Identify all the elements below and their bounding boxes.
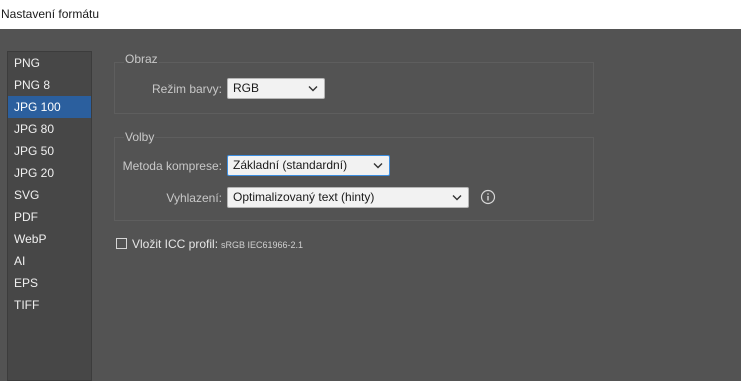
- icc-checkbox[interactable]: [116, 238, 127, 249]
- color-mode-value: RGB: [233, 81, 260, 95]
- chevron-down-icon: [373, 163, 383, 169]
- sidebar-item-jpg50[interactable]: JPG 50: [8, 140, 91, 162]
- image-group-title: Obraz: [124, 52, 159, 66]
- sidebar-item-jpg80[interactable]: JPG 80: [8, 118, 91, 140]
- compression-select[interactable]: Základní (standardní): [227, 155, 390, 176]
- icc-profile-value: sRGB IEC61966-2.1: [221, 240, 304, 250]
- smoothing-label: Vyhlazení:: [166, 191, 222, 205]
- sidebar-item-tiff[interactable]: TIFF: [8, 294, 91, 316]
- sidebar-item-pdf[interactable]: PDF: [8, 206, 91, 228]
- options-group-title: Volby: [124, 130, 156, 144]
- options-group: [114, 137, 594, 221]
- sidebar-item-ai[interactable]: AI: [8, 250, 91, 272]
- compression-value: Základní (standardní): [233, 158, 348, 172]
- sidebar-item-png8[interactable]: PNG 8: [8, 74, 91, 96]
- sidebar-item-webp[interactable]: WebP: [8, 228, 91, 250]
- icc-label: Vložit ICC profil:: [132, 237, 219, 251]
- info-icon[interactable]: [480, 189, 496, 205]
- chevron-down-icon: [308, 86, 318, 92]
- sidebar-item-eps[interactable]: EPS: [8, 272, 91, 294]
- compression-label: Metoda komprese:: [122, 159, 222, 173]
- chevron-down-icon: [452, 195, 462, 201]
- format-list: PNG PNG 8 JPG 100 JPG 80 JPG 50 JPG 20 S…: [7, 51, 92, 381]
- window-title: Nastavení formátu: [1, 7, 100, 21]
- sidebar-item-jpg100[interactable]: JPG 100: [8, 96, 91, 118]
- color-mode-label: Režim barvy:: [151, 82, 222, 96]
- sidebar-item-png[interactable]: PNG: [8, 52, 91, 74]
- color-mode-select[interactable]: RGB: [227, 78, 325, 99]
- title-bar: Nastavení formátu: [0, 0, 741, 29]
- sidebar-item-svg[interactable]: SVG: [8, 184, 91, 206]
- smoothing-select[interactable]: Optimalizovaný text (hinty): [227, 187, 469, 208]
- smoothing-value: Optimalizovaný text (hinty): [233, 190, 375, 204]
- sidebar-item-jpg20[interactable]: JPG 20: [8, 162, 91, 184]
